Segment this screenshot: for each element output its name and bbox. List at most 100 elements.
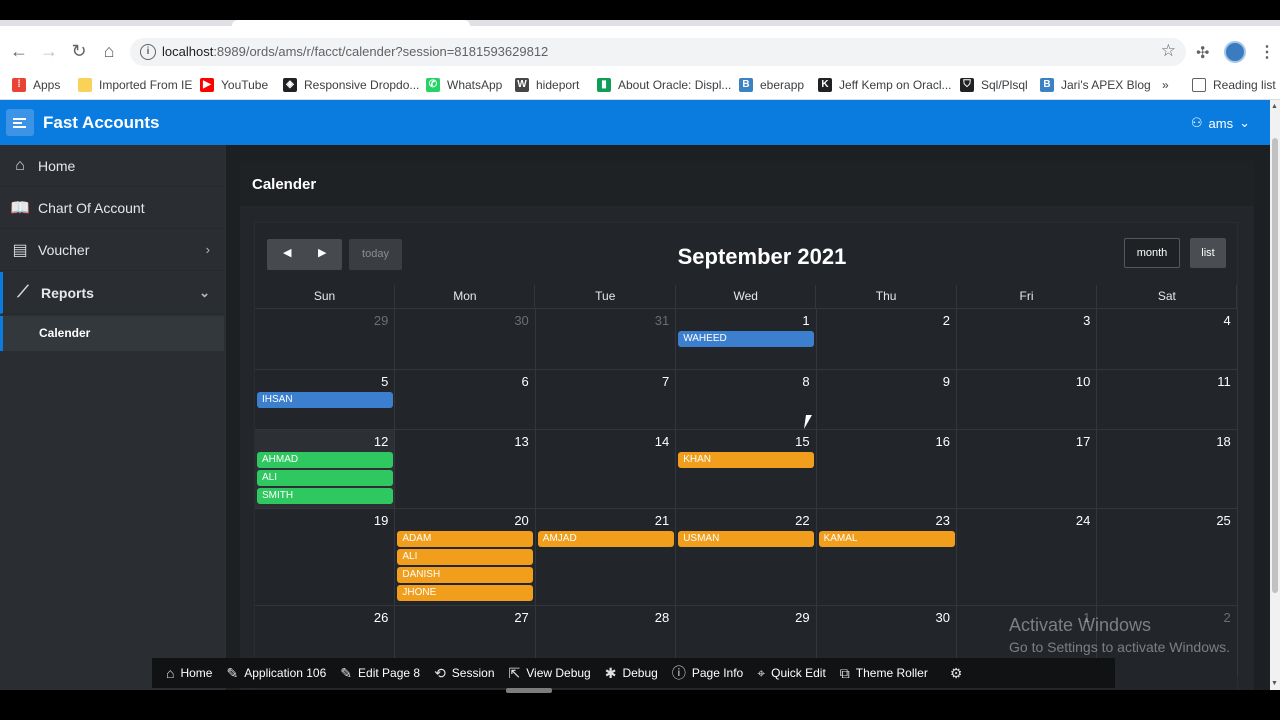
sidebar-item-calender[interactable]: Calender	[0, 316, 224, 351]
day-cell[interactable]: 1 WAHEED	[676, 308, 817, 369]
app-title[interactable]: Fast Accounts	[43, 113, 160, 133]
calendar-event[interactable]: JHONE	[397, 585, 534, 601]
day-number[interactable]: 4	[1224, 313, 1231, 328]
extensions-puzzle-icon[interactable]: ✣	[1196, 43, 1209, 63]
scroll-up-icon[interactable]: ▲	[1271, 103, 1278, 110]
forward-arrow-icon[interactable]: →	[38, 40, 60, 62]
bookmark-item[interactable]: B Jari's APEX Blog	[1040, 78, 1151, 92]
day-number[interactable]: 26	[374, 610, 388, 625]
bookmarks-overflow-button[interactable]: »	[1162, 78, 1169, 92]
reading-list-button[interactable]: Reading list	[1192, 78, 1276, 92]
list-view-button[interactable]: list	[1190, 238, 1226, 268]
day-number[interactable]: 28	[655, 610, 669, 625]
bookmark-item[interactable]: ⁞ Apps	[12, 78, 60, 92]
bookmark-item[interactable]: Beberapp	[739, 78, 804, 92]
day-cell[interactable]: 24	[957, 508, 1098, 605]
day-number[interactable]: 14	[655, 434, 669, 449]
devbar-edit-page-8-button[interactable]: ✎ Edit Page 8	[340, 665, 420, 682]
day-number[interactable]: 16	[936, 434, 950, 449]
day-cell[interactable]: 15 KHAN	[676, 429, 817, 508]
profile-avatar[interactable]	[1224, 41, 1246, 63]
browser-menu-icon[interactable]: ⋮	[1259, 42, 1275, 62]
day-number[interactable]: 7	[662, 374, 669, 389]
day-cell[interactable]: 25	[1097, 508, 1238, 605]
month-view-button[interactable]: month	[1124, 238, 1180, 268]
sidebar-item-home[interactable]: ⌂ Home	[0, 145, 224, 187]
bookmark-item[interactable]: K Jeff Kemp on Oracl...	[818, 78, 952, 92]
day-number[interactable]: 19	[374, 513, 388, 528]
day-number[interactable]: 29	[374, 313, 388, 328]
calendar-event[interactable]: WAHEED	[678, 331, 815, 347]
day-number[interactable]: 5	[381, 374, 388, 389]
devbar-home-button[interactable]: ⌂ Home	[166, 665, 212, 681]
sidebar-item-chart-of-account[interactable]: 📖 Chart Of Account	[0, 187, 224, 229]
day-cell[interactable]: 5 IHSAN	[255, 369, 396, 429]
day-cell[interactable]: 30	[395, 308, 536, 369]
day-number[interactable]: 6	[522, 374, 529, 389]
day-number[interactable]: 23	[936, 513, 950, 528]
day-cell[interactable]: 12 AHMAD ALI SMITH	[255, 429, 396, 508]
url-text[interactable]: localhost:8989/ords/ams/r/facct/calender…	[162, 44, 548, 59]
day-number[interactable]: 9	[943, 374, 950, 389]
day-number[interactable]: 24	[1076, 513, 1090, 528]
day-number[interactable]: 30	[936, 610, 950, 625]
devbar-theme-roller-button[interactable]: ⧉ Theme Roller	[840, 665, 928, 682]
day-number[interactable]: 30	[514, 313, 528, 328]
bookmark-star-icon[interactable]: ☆	[1161, 41, 1176, 61]
page-scrollbar[interactable]: ▲ ▼	[1270, 100, 1280, 690]
bookmark-item[interactable]: Imported From IE	[78, 78, 192, 92]
home-icon[interactable]: ⌂	[98, 40, 120, 62]
chevron-down-icon[interactable]: ⌄	[199, 285, 210, 301]
day-cell[interactable]: 10	[957, 369, 1098, 429]
day-cell[interactable]: 2	[816, 308, 957, 369]
day-cell[interactable]: 16	[816, 429, 957, 508]
calendar-event[interactable]: USMAN	[678, 531, 815, 547]
day-cell[interactable]: 13	[395, 429, 536, 508]
calendar-event[interactable]: IHSAN	[257, 392, 393, 408]
day-number[interactable]: 15	[795, 434, 809, 449]
day-cell[interactable]: 14	[535, 429, 677, 508]
calendar-event[interactable]: AHMAD	[257, 452, 393, 468]
day-cell[interactable]: 17	[957, 429, 1098, 508]
site-info-icon[interactable]: i	[140, 44, 156, 60]
day-number[interactable]: 3	[1083, 313, 1090, 328]
day-number[interactable]: 10	[1076, 374, 1090, 389]
scrollbar-thumb[interactable]	[1272, 138, 1278, 593]
address-bar[interactable]: i localhost:8989/ords/ams/r/facct/calend…	[130, 38, 1186, 66]
day-number[interactable]: 21	[655, 513, 669, 528]
calendar-event[interactable]: AMJAD	[537, 531, 674, 547]
scroll-down-icon[interactable]: ▼	[1271, 680, 1278, 687]
calendar-event[interactable]: ALI	[397, 549, 534, 565]
calendar-event[interactable]: DANISH	[397, 567, 534, 583]
day-number[interactable]: 1	[802, 313, 809, 328]
chevron-right-icon[interactable]: ›	[206, 242, 210, 257]
user-menu[interactable]: ⚇ ams ⌄	[1191, 115, 1250, 131]
day-number[interactable]: 11	[1217, 374, 1231, 389]
day-cell[interactable]: 8	[676, 369, 817, 429]
bookmark-item[interactable]: ▶ YouTube	[200, 78, 268, 92]
day-number[interactable]: 13	[514, 434, 528, 449]
devbar-application-106-button[interactable]: ✎ Application 106	[226, 665, 326, 682]
navigation-menu-toggle-icon[interactable]	[6, 109, 34, 136]
day-cell[interactable]: 19	[255, 508, 396, 605]
devbar-settings-button[interactable]: ⚙	[950, 665, 963, 682]
devbar-quick-edit-button[interactable]: ⌖ Quick Edit	[757, 665, 826, 682]
bookmark-item[interactable]: ◈ Responsive Dropdo...	[283, 78, 419, 92]
day-number[interactable]: 12	[374, 434, 388, 449]
day-cell[interactable]: 3	[957, 308, 1098, 369]
devbar-session-button[interactable]: ⟲ Session	[434, 665, 494, 682]
sidebar-item-voucher[interactable]: ▤ Voucher ›	[0, 229, 224, 271]
calendar-event[interactable]: KAMAL	[818, 531, 955, 547]
day-cell[interactable]: 18	[1097, 429, 1238, 508]
devbar-view-debug-button[interactable]: ⇱ View Debug	[509, 665, 591, 682]
day-cell[interactable]: 7	[535, 369, 677, 429]
day-number[interactable]: 27	[514, 610, 528, 625]
horizontal-scroll-indicator[interactable]	[506, 688, 552, 693]
day-number[interactable]: 8	[802, 374, 809, 389]
day-cell[interactable]: 6	[395, 369, 536, 429]
day-cell[interactable]: 31	[535, 308, 677, 369]
day-cell[interactable]: 9	[816, 369, 957, 429]
devbar-page-info-button[interactable]: ⓘ Page Info	[672, 663, 743, 683]
day-number[interactable]: 31	[655, 313, 669, 328]
calendar-event[interactable]: ALI	[257, 470, 393, 486]
